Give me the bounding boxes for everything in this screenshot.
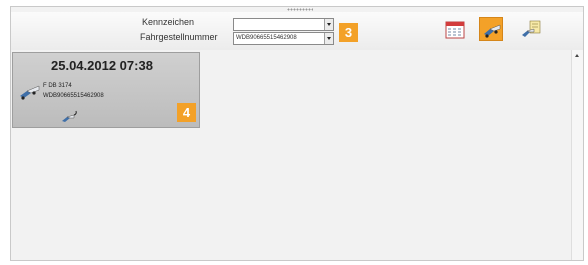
chevron-down-icon[interactable]	[324, 33, 333, 44]
fahrgestellnummer-label: Fahrgestellnummer	[140, 32, 218, 42]
callout-badge-4: 4	[177, 103, 196, 122]
card-vin: WDB90665515462908	[43, 93, 104, 99]
vertical-scrollbar[interactable]	[571, 50, 583, 260]
toolbar: Kennzeichen Fahrgestellnummer WDB9066551…	[11, 12, 583, 81]
card-datetime: 25.04.2012 07:38	[51, 58, 153, 73]
kennzeichen-select[interactable]	[233, 18, 334, 31]
kennzeichen-label: Kennzeichen	[142, 17, 195, 27]
truck-document-icon	[522, 20, 541, 37]
scroll-up-arrow-icon[interactable]	[575, 54, 579, 57]
vehicle-list: 25.04.2012 07:38 F DB 3174 WDB9066551546…	[11, 50, 571, 260]
chevron-down-icon[interactable]	[324, 19, 333, 30]
resize-grip[interactable]	[287, 8, 313, 11]
fahrgestellnummer-select[interactable]: WDB90665515462908	[233, 32, 334, 45]
card-plate: F DB 3174	[43, 83, 72, 89]
truck-icon	[20, 85, 40, 100]
calendar-view-button[interactable]	[443, 18, 467, 42]
vehicle-card[interactable]: 25.04.2012 07:38 F DB 3174 WDB9066551546…	[12, 52, 200, 128]
vehicle-view-button[interactable]	[479, 17, 503, 41]
fahrgestellnummer-select-value: WDB90665515462908	[236, 35, 297, 41]
export-view-button[interactable]	[519, 17, 543, 41]
truck-icon	[484, 24, 501, 38]
calendar-icon	[445, 21, 465, 39]
main-window: Kennzeichen Fahrgestellnummer WDB9066551…	[10, 6, 584, 261]
truck-plug-icon	[62, 110, 77, 122]
callout-badge-3: 3	[339, 23, 358, 42]
